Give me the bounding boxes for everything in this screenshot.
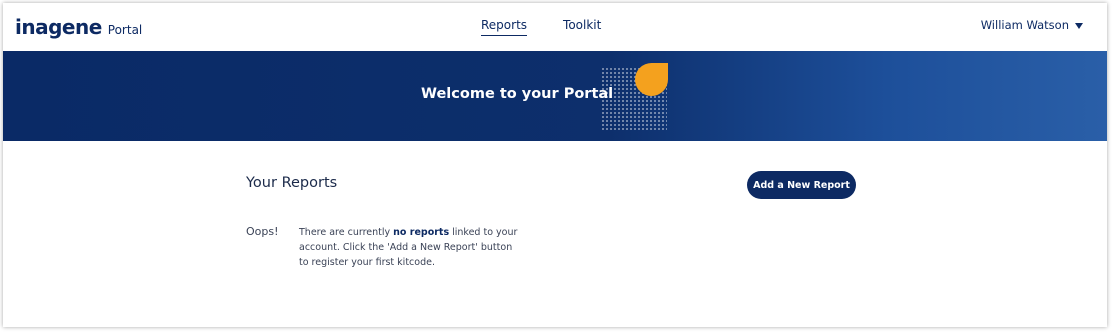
empty-state-label: Oops! [246,225,279,238]
nav-reports[interactable]: Reports [481,18,528,36]
portal-label: Portal [107,23,143,37]
orange-drop-decoration [635,63,668,96]
reports-section: Your Reports Add a New Report Oops! Ther… [3,141,1107,327]
empty-message-pre: There are currently [299,227,394,238]
banner-title: Welcome to your Portal [421,86,614,102]
brand[interactable]: inagene Portal [15,15,142,39]
top-navigation-bar: inagene Portal Reports Toolkit William W… [3,3,1107,51]
reports-title: Your Reports [246,175,338,191]
user-name[interactable]: William Watson [981,18,1069,32]
empty-state-message: There are currently no reports linked to… [299,225,519,270]
user-menu[interactable]: William Watson [981,18,1083,32]
welcome-banner: Welcome to your Portal [3,51,1107,141]
portal-window: inagene Portal Reports Toolkit William W… [3,3,1107,327]
nav-toolkit[interactable]: Toolkit [563,18,601,36]
inagene-logo[interactable]: inagene [15,15,102,39]
empty-message-bold: no reports [393,227,450,238]
add-new-report-button[interactable]: Add a New Report [747,171,856,199]
main-nav: Reports Toolkit [481,18,601,36]
chevron-down-icon[interactable] [1075,23,1083,29]
